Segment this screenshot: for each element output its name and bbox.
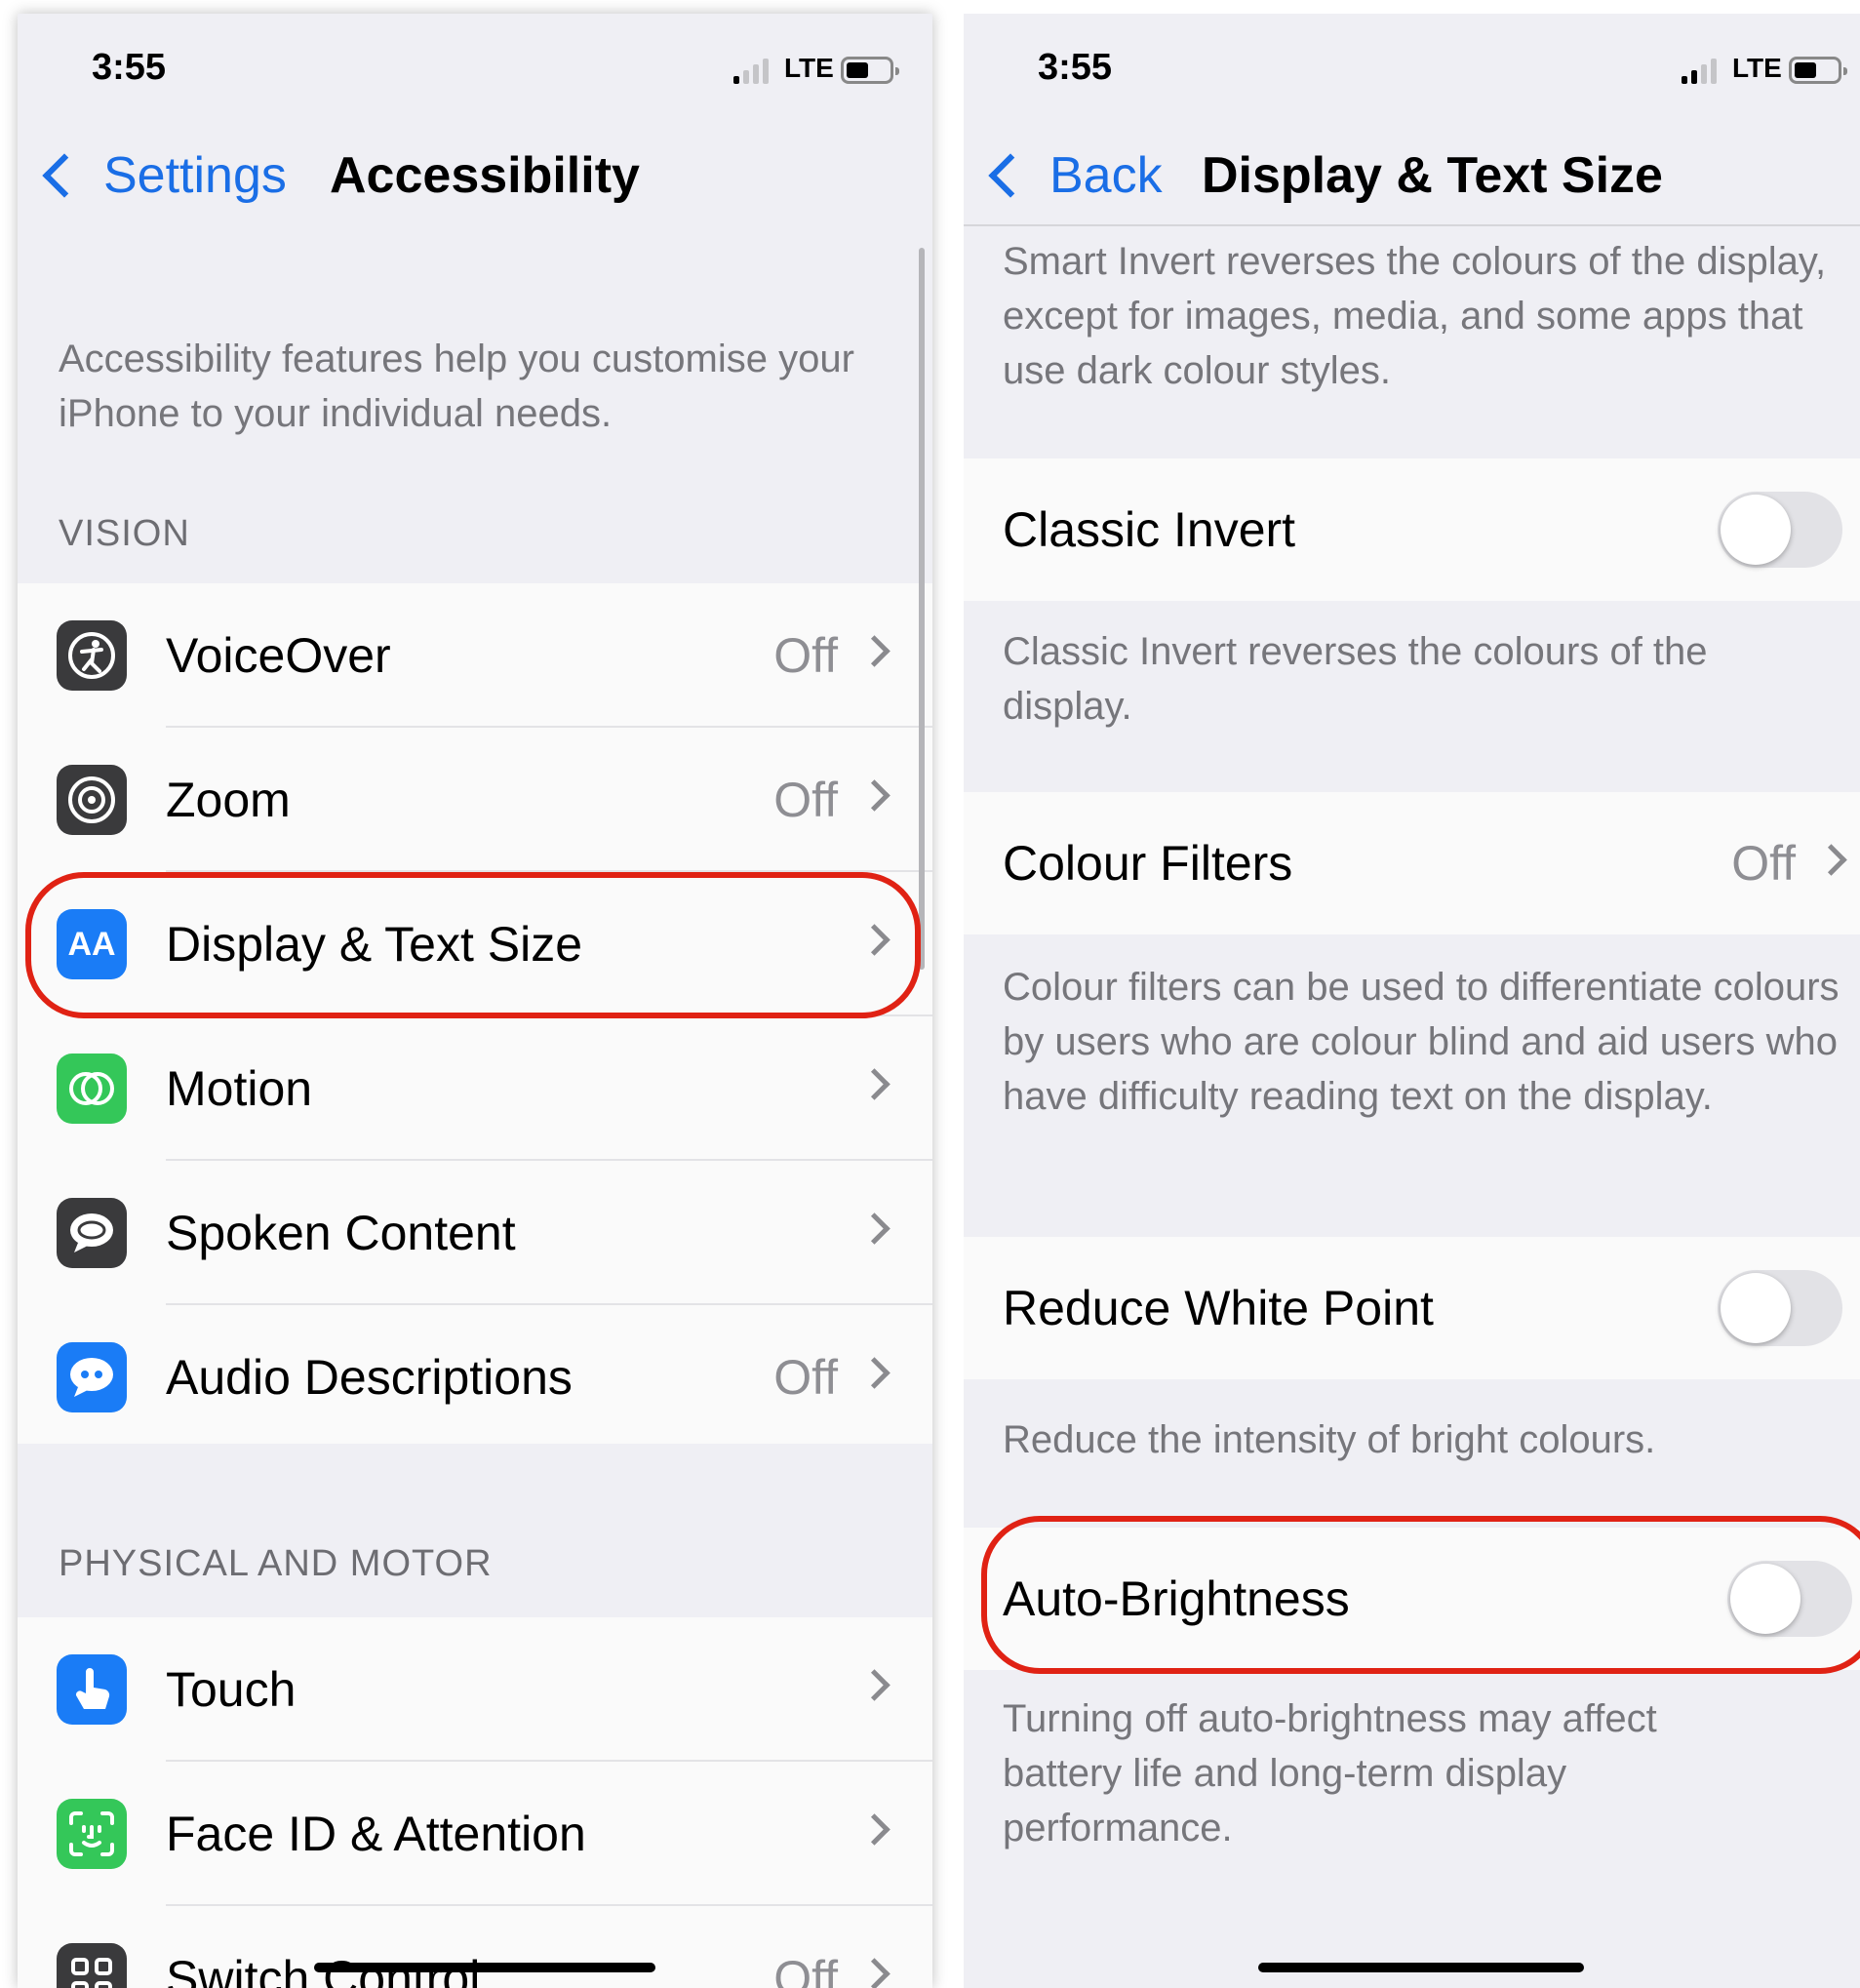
- row-value: Off: [773, 773, 838, 827]
- colour-filters-description: Colour filters can be used to differenti…: [1003, 966, 1840, 1118]
- chevron-right-icon: [858, 635, 890, 667]
- row-label: Reduce White Point: [1003, 1281, 1434, 1335]
- battery-icon: [1789, 57, 1847, 84]
- nav-bar: Settings Accessibility: [18, 140, 932, 228]
- audio-description-icon: [57, 1342, 127, 1412]
- voiceover-icon: [57, 620, 127, 691]
- row-label: Classic Invert: [1003, 502, 1296, 557]
- scrollbar[interactable]: [919, 248, 925, 970]
- text-size-icon: AA: [57, 909, 127, 979]
- row-label: Display & Text Size: [166, 917, 583, 972]
- classic-invert-toggle[interactable]: [1718, 492, 1842, 568]
- network-label: LTE: [784, 53, 834, 83]
- chevron-right-icon: [858, 1958, 890, 1988]
- row-value: Off: [1731, 836, 1796, 891]
- section-header-vision: VISION: [59, 513, 190, 554]
- row-label: Touch: [166, 1662, 297, 1717]
- chevron-right-icon: [858, 1357, 890, 1389]
- chevron-right-icon: [858, 1213, 890, 1245]
- touch-hand-icon: [57, 1654, 127, 1725]
- chevron-right-icon: [858, 924, 890, 956]
- row-value: Off: [773, 628, 838, 683]
- row-reduce-white-point: Reduce White Point: [964, 1237, 1860, 1379]
- accessibility-screen: 3:55 LTE Settings Accessibility Accessib…: [18, 14, 932, 1988]
- auto-brightness-description: Turning off auto-brightness may affect b…: [1003, 1697, 1657, 1849]
- auto-brightness-toggle[interactable]: [1727, 1561, 1852, 1637]
- reduce-white-point-toggle[interactable]: [1718, 1270, 1842, 1346]
- row-auto-brightness: Auto-Brightness: [964, 1528, 1860, 1670]
- chevron-right-icon: [858, 779, 890, 812]
- row-value: Off: [773, 1350, 838, 1405]
- row-label: Colour Filters: [1003, 836, 1293, 891]
- row-voiceover[interactable]: VoiceOver Off: [18, 583, 932, 728]
- physical-motor-group: Touch Face ID & Attention Switch Control…: [18, 1617, 932, 1988]
- row-switch-control[interactable]: Switch Control Off: [18, 1906, 932, 1988]
- row-label: Motion: [166, 1061, 313, 1116]
- row-label: Auto-Brightness: [1003, 1571, 1350, 1626]
- row-classic-invert: Classic Invert: [964, 458, 1860, 601]
- row-spoken-content[interactable]: Spoken Content: [18, 1161, 932, 1305]
- row-motion[interactable]: Motion: [18, 1016, 932, 1161]
- speech-bubble-icon: [57, 1198, 127, 1268]
- nav-bar: Back Display & Text Size: [964, 140, 1860, 228]
- network-label: LTE: [1732, 53, 1782, 83]
- chevron-right-icon: [858, 1813, 890, 1846]
- reduce-white-point-description: Reduce the intensity of bright colours.: [1003, 1418, 1656, 1461]
- row-label: Spoken Content: [166, 1206, 516, 1260]
- face-id-icon: [57, 1799, 127, 1869]
- chevron-right-icon: [858, 1669, 890, 1701]
- switch-control-icon: [57, 1943, 127, 1988]
- back-label: Back: [1049, 147, 1163, 204]
- home-indicator[interactable]: [1258, 1963, 1584, 1972]
- status-time: 3:55: [92, 47, 167, 88]
- intro-text: Accessibility features help you customis…: [59, 338, 854, 435]
- row-zoom[interactable]: Zoom Off: [18, 728, 932, 872]
- row-value: Off: [773, 1951, 838, 1988]
- back-button[interactable]: Back: [985, 146, 1163, 205]
- signal-icon: [733, 53, 778, 84]
- row-display-text-size[interactable]: AA Display & Text Size: [18, 872, 932, 1016]
- chevron-left-icon: [42, 153, 87, 198]
- status-time: 3:55: [1038, 47, 1113, 88]
- row-label: Zoom: [166, 773, 291, 827]
- zoom-icon: [57, 765, 127, 835]
- battery-icon: [841, 57, 899, 84]
- row-label: Audio Descriptions: [166, 1350, 573, 1405]
- smart-invert-description: Smart Invert reverses the colours of the…: [1003, 240, 1827, 392]
- classic-invert-description: Classic Invert reverses the colours of t…: [1003, 630, 1708, 728]
- nav-divider: [964, 224, 1860, 226]
- section-header-physical-motor: PHYSICAL AND MOTOR: [59, 1543, 493, 1584]
- back-button[interactable]: Settings: [39, 146, 287, 205]
- chevron-right-icon: [858, 1068, 890, 1100]
- status-bar: 3:55 LTE: [964, 14, 1860, 131]
- display-text-size-screen: 3:55 LTE Back Display & Text Size Smart …: [964, 14, 1860, 1988]
- row-colour-filters[interactable]: Colour Filters Off: [964, 792, 1860, 934]
- row-face-id-attention[interactable]: Face ID & Attention: [18, 1762, 932, 1906]
- page-title: Display & Text Size: [1202, 147, 1663, 204]
- page-title: Accessibility: [330, 147, 640, 204]
- back-label: Settings: [103, 147, 287, 204]
- vision-group: VoiceOver Off Zoom Off AA Display & Text…: [18, 583, 932, 1444]
- chevron-right-icon: [1815, 844, 1847, 876]
- home-indicator[interactable]: [314, 1963, 655, 1972]
- row-audio-descriptions[interactable]: Audio Descriptions Off: [18, 1305, 932, 1450]
- chevron-left-icon: [988, 153, 1033, 198]
- motion-icon: [57, 1054, 127, 1124]
- row-touch[interactable]: Touch: [18, 1617, 932, 1762]
- row-label: VoiceOver: [166, 628, 391, 683]
- status-bar: 3:55 LTE: [18, 14, 932, 131]
- signal-icon: [1682, 53, 1726, 84]
- row-label: Face ID & Attention: [166, 1807, 586, 1861]
